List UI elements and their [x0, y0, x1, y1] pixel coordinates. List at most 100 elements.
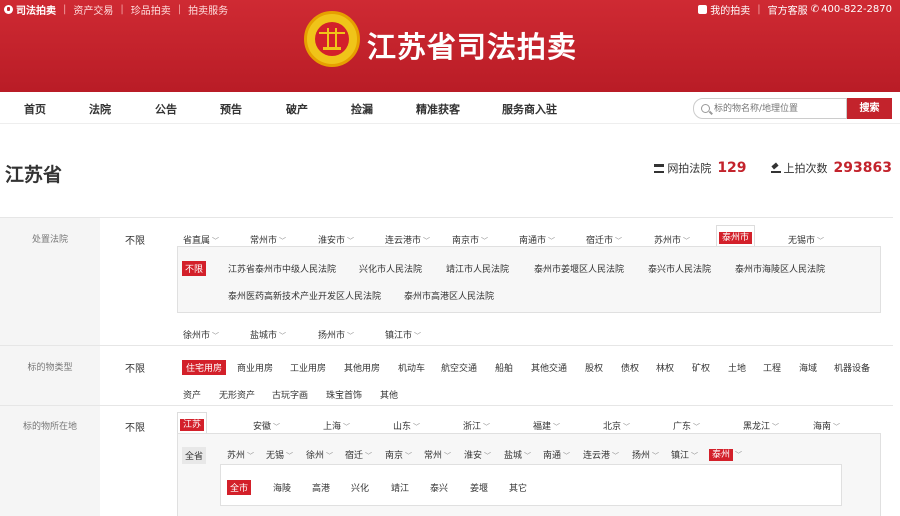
type-option[interactable]: 工业用房	[290, 361, 326, 374]
city-option[interactable]: 南京市 ﹀	[452, 233, 488, 246]
city-option[interactable]: 连云港 ﹀	[583, 448, 619, 461]
court-option[interactable]: 江苏省泰州市中级人民法院	[228, 262, 336, 275]
city-option[interactable]: 连云港市 ﹀	[385, 233, 430, 246]
type-option[interactable]: 航空交通	[441, 361, 477, 374]
type-option[interactable]: 其他	[380, 388, 398, 401]
court-option[interactable]: 泰州市姜堰区人民法院	[534, 262, 624, 275]
nav-precise-leads[interactable]: 精准获客	[416, 101, 460, 117]
province-option[interactable]: 海南 ﹀	[813, 419, 840, 432]
type-option[interactable]: 珠宝首饰	[326, 388, 362, 401]
district-option[interactable]: 姜堰	[470, 481, 488, 494]
search-input[interactable]	[714, 101, 844, 116]
province-option[interactable]: 山东 ﹀	[393, 419, 420, 432]
chevron-down-icon: ﹀	[444, 452, 452, 460]
court-option[interactable]: 泰州医药高新技术产业开发区人民法院	[228, 289, 381, 302]
province-option[interactable]: 广东 ﹀	[673, 419, 700, 432]
link-auction-service[interactable]: 拍卖服务	[188, 2, 228, 17]
city-option[interactable]: 无锡 ﹀	[266, 448, 293, 461]
city-option[interactable]: 扬州 ﹀	[632, 448, 659, 461]
city-option[interactable]: 宿迁市 ﹀	[586, 233, 622, 246]
nav-bargain[interactable]: 捡漏	[351, 101, 373, 117]
nav-provider-join[interactable]: 服务商入驻	[502, 101, 557, 117]
district-option[interactable]: 其它	[509, 481, 527, 494]
city-option[interactable]: 南通市 ﹀	[519, 233, 555, 246]
search-button[interactable]: 搜索	[847, 98, 892, 119]
type-option-selected[interactable]: 住宅用房	[182, 360, 227, 375]
district-option[interactable]: 高港	[312, 481, 330, 494]
city-option[interactable]: 盐城 ﹀	[504, 448, 531, 461]
city-option[interactable]: 省直属 ﹀	[183, 233, 219, 246]
city-option-selected[interactable]: 泰州市	[716, 225, 756, 246]
district-option[interactable]: 泰兴	[430, 481, 448, 494]
court-option[interactable]: 泰州市高港区人民法院	[404, 289, 494, 302]
link-asset-trade[interactable]: 资产交易	[73, 2, 113, 17]
city-option[interactable]: 常州 ﹀	[424, 448, 451, 461]
type-option[interactable]: 其他用房	[344, 361, 380, 374]
court-unlimited[interactable]: 不限	[125, 232, 145, 247]
city-option[interactable]: 淮安市 ﹀	[318, 233, 354, 246]
all-province-option[interactable]: 全省	[182, 447, 207, 464]
type-option[interactable]: 海域	[799, 361, 817, 374]
customer-service-link[interactable]: 官方客服	[768, 2, 808, 17]
province-option[interactable]: 上海 ﹀	[323, 419, 350, 432]
type-option[interactable]: 船舶	[495, 361, 513, 374]
location-unlimited[interactable]: 不限	[125, 419, 145, 434]
nav-bankruptcy[interactable]: 破产	[286, 101, 308, 117]
brand-link[interactable]: 司法拍卖	[4, 2, 56, 17]
nav-court[interactable]: 法院	[89, 101, 111, 117]
type-option[interactable]: 林权	[656, 361, 674, 374]
city-option[interactable]: 扬州市 ﹀	[318, 328, 354, 341]
court-option[interactable]: 泰兴市人民法院	[648, 262, 711, 275]
nav-home[interactable]: 首页	[24, 101, 46, 117]
city-option[interactable]: 苏州 ﹀	[227, 448, 254, 461]
courts-count: 129	[717, 160, 747, 176]
city-option[interactable]: 宿迁 ﹀	[345, 448, 372, 461]
type-option[interactable]: 资产	[183, 388, 201, 401]
city-option[interactable]: 无锡市 ﹀	[788, 233, 824, 246]
type-option[interactable]: 债权	[621, 361, 639, 374]
province-option[interactable]: 福建 ﹀	[533, 419, 560, 432]
type-option[interactable]: 股权	[585, 361, 603, 374]
province-option-selected[interactable]: 江苏	[177, 412, 208, 433]
city-option[interactable]: 盐城市 ﹀	[250, 328, 286, 341]
type-option[interactable]: 矿权	[692, 361, 710, 374]
district-option[interactable]: 海陵	[273, 481, 291, 494]
type-option[interactable]: 机器设备	[834, 361, 870, 374]
district-option[interactable]: 靖江	[391, 481, 409, 494]
district-option-selected[interactable]: 全市	[227, 480, 252, 495]
type-option[interactable]: 其他交通	[531, 361, 567, 374]
my-auction-link[interactable]: 我的拍卖	[710, 2, 750, 17]
type-option[interactable]: 工程	[763, 361, 781, 374]
city-option[interactable]: 淮安 ﹀	[464, 448, 491, 461]
court-option[interactable]: 兴化市人民法院	[359, 262, 422, 275]
city-option[interactable]: 徐州市 ﹀	[183, 328, 219, 341]
province-option[interactable]: 黑龙江 ﹀	[743, 419, 779, 432]
city-option-selected[interactable]: 泰州 ﹀	[709, 447, 742, 461]
city-option[interactable]: 常州市 ﹀	[250, 233, 286, 246]
type-option[interactable]: 无形资产	[219, 388, 255, 401]
link-treasure-auction[interactable]: 珍品拍卖	[131, 2, 171, 17]
court-unlimited-selected[interactable]: 不限	[182, 261, 207, 276]
type-option[interactable]: 土地	[728, 361, 746, 374]
nav-notice[interactable]: 公告	[155, 101, 177, 117]
district-option[interactable]: 兴化	[351, 481, 369, 494]
type-option[interactable]: 机动车	[398, 361, 425, 374]
nav-preview[interactable]: 预告	[220, 101, 242, 117]
city-option[interactable]: 镇江市 ﹀	[385, 328, 421, 341]
city-label: 徐州市	[183, 331, 211, 341]
province-option[interactable]: 北京 ﹀	[603, 419, 630, 432]
province-option[interactable]: 安徽 ﹀	[253, 419, 280, 432]
type-option[interactable]: 古玩字画	[272, 388, 308, 401]
city-option[interactable]: 苏州市 ﹀	[654, 233, 690, 246]
type-unlimited[interactable]: 不限	[125, 360, 145, 375]
province-option[interactable]: 浙江 ﹀	[463, 419, 490, 432]
type-option[interactable]: 商业用房	[237, 361, 273, 374]
city-option[interactable]: 南京 ﹀	[385, 448, 412, 461]
city-option[interactable]: 镇江 ﹀	[671, 448, 698, 461]
court-option[interactable]: 泰州市海陵区人民法院	[735, 262, 825, 275]
court-option[interactable]: 靖江市人民法院	[446, 262, 509, 275]
city-label: 淮安	[464, 451, 483, 461]
city-option[interactable]: 徐州 ﹀	[306, 448, 333, 461]
chevron-down-icon: ﹀	[563, 452, 571, 460]
city-option[interactable]: 南通 ﹀	[543, 448, 570, 461]
